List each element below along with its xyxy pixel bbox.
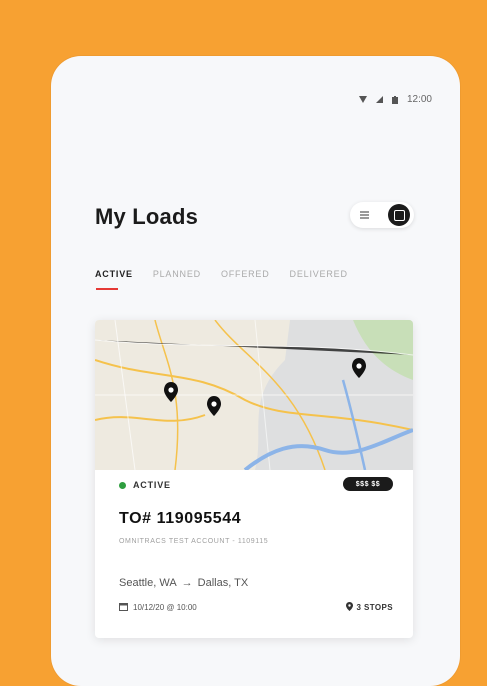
- view-toggle[interactable]: [350, 202, 414, 228]
- battery-icon: [391, 95, 398, 104]
- phone-frame: 12:00 My Loads ACTIVE PLANNED OFFERED DE…: [51, 56, 460, 686]
- status-dot: [119, 481, 126, 489]
- page-title: My Loads: [95, 204, 199, 229]
- list-view-icon[interactable]: [360, 211, 369, 219]
- load-number: TO# 119095544: [119, 510, 242, 527]
- tab-planned[interactable]: PLANNED: [153, 269, 201, 279]
- location-pin-icon: [345, 602, 353, 613]
- tab-active[interactable]: ACTIVE: [95, 269, 133, 290]
- tab-offered[interactable]: OFFERED: [221, 269, 270, 279]
- status-bar: 12:00: [358, 94, 432, 105]
- load-status: ACTIVE: [119, 480, 171, 490]
- date-text: 10/12/20 @ 10:00: [133, 603, 197, 612]
- stops-count[interactable]: 3 STOPS: [345, 602, 393, 613]
- app-screenshot: { "status_bar": { "time": "12:00", "icon…: [0, 0, 487, 686]
- pickup-date: 10/12/20 @ 10:00: [119, 602, 197, 613]
- route-summary: Seattle, WA → Dallas, TX: [119, 577, 248, 589]
- calendar-icon: [119, 602, 128, 613]
- signal-icon: [375, 96, 383, 103]
- route-map[interactable]: [95, 320, 413, 470]
- wifi-icon: [358, 96, 367, 103]
- arrow-right-icon: →: [181, 577, 193, 589]
- destination: Dallas, TX: [197, 577, 249, 589]
- load-card[interactable]: ACTIVE $$$ $$ TO# 119095544 OMNITRACS TE…: [95, 320, 413, 638]
- status-label: ACTIVE: [133, 480, 171, 490]
- map-view-icon[interactable]: [388, 204, 410, 226]
- stops-label: 3 STOPS: [356, 603, 393, 612]
- status-time: 12:00: [406, 94, 432, 105]
- rate-badge: $$$ $$: [343, 477, 393, 491]
- account-name: OMNITRACS TEST ACCOUNT - 1109115: [119, 538, 269, 545]
- load-tabs: ACTIVE PLANNED OFFERED DELIVERED: [95, 269, 348, 290]
- origin: Seattle, WA: [119, 577, 177, 589]
- tab-delivered[interactable]: DELIVERED: [290, 269, 348, 279]
